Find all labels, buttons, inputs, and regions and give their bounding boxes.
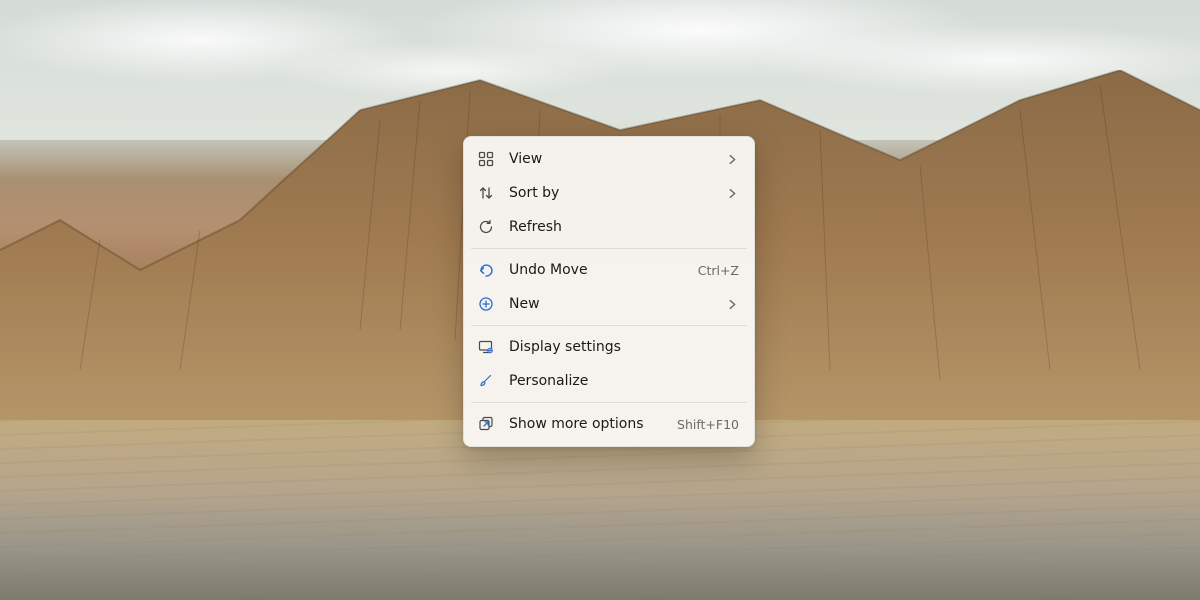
refresh-icon — [477, 218, 495, 236]
menu-item-new[interactable]: New — [469, 287, 749, 321]
menu-item-label: Display settings — [509, 339, 739, 355]
chevron-right-icon — [725, 299, 739, 310]
view-grid-icon — [477, 150, 495, 168]
menu-item-refresh[interactable]: Refresh — [469, 210, 749, 244]
show-more-options-icon — [477, 415, 495, 433]
desktop-wallpaper[interactable]: View Sort by — [0, 0, 1200, 600]
menu-item-sort-by[interactable]: Sort by — [469, 176, 749, 210]
display-settings-icon — [477, 338, 495, 356]
menu-item-view[interactable]: View — [469, 142, 749, 176]
menu-item-show-more-options[interactable]: Show more options Shift+F10 — [469, 407, 749, 441]
menu-item-undo-move[interactable]: Undo Move Ctrl+Z — [469, 253, 749, 287]
chevron-right-icon — [725, 188, 739, 199]
wallpaper-foreground — [0, 420, 1200, 600]
menu-separator — [471, 248, 747, 249]
chevron-right-icon — [725, 154, 739, 165]
new-plus-icon — [477, 295, 495, 313]
menu-item-display-settings[interactable]: Display settings — [469, 330, 749, 364]
menu-separator — [471, 325, 747, 326]
menu-item-label: New — [509, 296, 725, 312]
sort-arrows-icon — [477, 184, 495, 202]
menu-item-shortcut: Shift+F10 — [677, 417, 739, 432]
menu-item-personalize[interactable]: Personalize — [469, 364, 749, 398]
menu-item-label: Show more options — [509, 416, 669, 432]
menu-separator — [471, 402, 747, 403]
menu-item-label: Personalize — [509, 373, 739, 389]
desktop-context-menu: View Sort by — [463, 136, 755, 447]
personalize-paintbrush-icon — [477, 372, 495, 390]
menu-item-label: Sort by — [509, 185, 725, 201]
menu-item-label: Refresh — [509, 219, 739, 235]
menu-item-label: View — [509, 151, 725, 167]
menu-item-label: Undo Move — [509, 262, 690, 278]
menu-item-shortcut: Ctrl+Z — [698, 263, 739, 278]
undo-icon — [477, 261, 495, 279]
